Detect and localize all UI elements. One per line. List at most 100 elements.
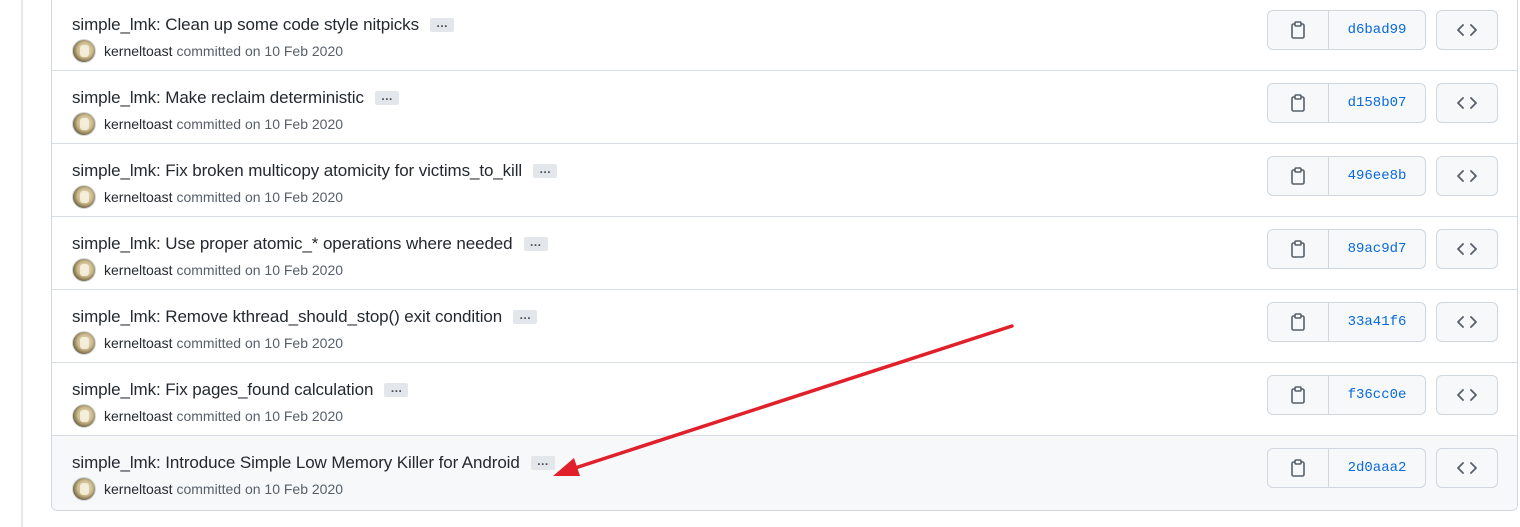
sha-button-group: 89ac9d7 bbox=[1267, 229, 1426, 269]
avatar[interactable] bbox=[72, 258, 96, 282]
commit-sha-link[interactable]: d6bad99 bbox=[1329, 10, 1426, 50]
commit-row: simple_lmk: Fix broken multicopy atomici… bbox=[52, 144, 1517, 217]
copy-sha-button[interactable] bbox=[1267, 448, 1329, 488]
clipboard-icon bbox=[1291, 21, 1305, 39]
browse-repository-button[interactable] bbox=[1436, 302, 1498, 342]
commit-message-link[interactable]: simple_lmk: Fix pages_found calculation bbox=[72, 380, 373, 400]
avatar[interactable] bbox=[72, 185, 96, 209]
commit-title: simple_lmk: Remove kthread_should_stop()… bbox=[72, 307, 538, 327]
commit-actions: d158b07 bbox=[1267, 83, 1498, 123]
commit-row: simple_lmk: Use proper atomic_* operatio… bbox=[52, 217, 1517, 290]
author-link[interactable]: kerneltoast bbox=[104, 43, 172, 59]
commit-sha-link[interactable]: d158b07 bbox=[1329, 83, 1426, 123]
commit-sha-link[interactable]: 2d0aaa2 bbox=[1329, 448, 1426, 488]
copy-sha-button[interactable] bbox=[1267, 229, 1329, 269]
commit-message-link[interactable]: simple_lmk: Fix broken multicopy atomici… bbox=[72, 161, 522, 181]
expand-description-button[interactable]: … bbox=[384, 382, 409, 397]
commit-meta: kerneltoast committed on 10 Feb 2020 bbox=[72, 331, 343, 355]
commit-message-link[interactable]: simple_lmk: Use proper atomic_* operatio… bbox=[72, 234, 513, 254]
commit-title: simple_lmk: Use proper atomic_* operatio… bbox=[72, 234, 548, 254]
commit-meta: kerneltoast committed on 10 Feb 2020 bbox=[72, 404, 343, 428]
expand-description-button[interactable]: … bbox=[374, 90, 399, 105]
sha-button-group: 2d0aaa2 bbox=[1267, 448, 1426, 488]
commit-sha-link[interactable]: 496ee8b bbox=[1329, 156, 1426, 196]
commit-date: committed on 10 Feb 2020 bbox=[176, 335, 344, 351]
commit-title: simple_lmk: Fix broken multicopy atomici… bbox=[72, 161, 558, 181]
avatar[interactable] bbox=[72, 39, 96, 63]
code-brackets-icon bbox=[1457, 462, 1477, 474]
expand-description-button[interactable]: … bbox=[513, 309, 538, 324]
expand-description-button[interactable]: … bbox=[523, 236, 548, 251]
browse-repository-button[interactable] bbox=[1436, 156, 1498, 196]
clipboard-icon bbox=[1291, 313, 1305, 331]
clipboard-icon bbox=[1291, 386, 1305, 404]
commit-title: simple_lmk: Make reclaim deterministic … bbox=[72, 88, 399, 108]
avatar[interactable] bbox=[72, 477, 96, 501]
sha-button-group: d6bad99 bbox=[1267, 10, 1426, 50]
commit-date: committed on 10 Feb 2020 bbox=[176, 116, 344, 132]
commit-actions: 496ee8b bbox=[1267, 156, 1498, 196]
author-link[interactable]: kerneltoast bbox=[104, 408, 172, 424]
copy-sha-button[interactable] bbox=[1267, 83, 1329, 123]
commit-row: simple_lmk: Introduce Simple Low Memory … bbox=[52, 436, 1517, 510]
commit-row: simple_lmk: Make reclaim deterministic …… bbox=[52, 71, 1517, 144]
sha-button-group: 496ee8b bbox=[1267, 156, 1426, 196]
copy-sha-button[interactable] bbox=[1267, 375, 1329, 415]
avatar[interactable] bbox=[72, 404, 96, 428]
commit-sha-link[interactable]: 33a41f6 bbox=[1329, 302, 1426, 342]
commit-date: committed on 10 Feb 2020 bbox=[176, 43, 344, 59]
browse-repository-button[interactable] bbox=[1436, 229, 1498, 269]
code-brackets-icon bbox=[1457, 316, 1477, 328]
expand-description-button[interactable]: … bbox=[533, 163, 558, 178]
commit-actions: d6bad99 bbox=[1267, 10, 1498, 50]
copy-sha-button[interactable] bbox=[1267, 156, 1329, 196]
commit-meta: kerneltoast committed on 10 Feb 2020 bbox=[72, 112, 343, 136]
author-link[interactable]: kerneltoast bbox=[104, 335, 172, 351]
commit-actions: 2d0aaa2 bbox=[1267, 448, 1498, 488]
commit-sha-link[interactable]: 89ac9d7 bbox=[1329, 229, 1426, 269]
commit-title: simple_lmk: Fix pages_found calculation … bbox=[72, 380, 409, 400]
commit-meta: kerneltoast committed on 10 Feb 2020 bbox=[72, 258, 343, 282]
avatar[interactable] bbox=[72, 112, 96, 136]
sha-button-group: d158b07 bbox=[1267, 83, 1426, 123]
code-brackets-icon bbox=[1457, 170, 1477, 182]
code-brackets-icon bbox=[1457, 24, 1477, 36]
commit-message-link[interactable]: simple_lmk: Remove kthread_should_stop()… bbox=[72, 307, 502, 327]
commit-list: simple_lmk: Clean up some code style nit… bbox=[51, 0, 1518, 511]
copy-sha-button[interactable] bbox=[1267, 302, 1329, 342]
code-brackets-icon bbox=[1457, 243, 1477, 255]
commit-meta: kerneltoast committed on 10 Feb 2020 bbox=[72, 39, 343, 63]
commit-row: simple_lmk: Clean up some code style nit… bbox=[52, 0, 1517, 71]
commit-title: simple_lmk: Clean up some code style nit… bbox=[72, 15, 454, 35]
browse-repository-button[interactable] bbox=[1436, 83, 1498, 123]
browse-repository-button[interactable] bbox=[1436, 375, 1498, 415]
commit-message-link[interactable]: simple_lmk: Introduce Simple Low Memory … bbox=[72, 453, 520, 473]
author-link[interactable]: kerneltoast bbox=[104, 116, 172, 132]
browse-repository-button[interactable] bbox=[1436, 448, 1498, 488]
sha-button-group: 33a41f6 bbox=[1267, 302, 1426, 342]
commit-sha-link[interactable]: f36cc0e bbox=[1329, 375, 1426, 415]
commit-message-link[interactable]: simple_lmk: Make reclaim deterministic bbox=[72, 88, 364, 108]
timeline-line bbox=[21, 0, 23, 527]
commit-actions: 89ac9d7 bbox=[1267, 229, 1498, 269]
commit-date: committed on 10 Feb 2020 bbox=[176, 262, 344, 278]
browse-repository-button[interactable] bbox=[1436, 10, 1498, 50]
author-link[interactable]: kerneltoast bbox=[104, 189, 172, 205]
author-link[interactable]: kerneltoast bbox=[104, 262, 172, 278]
copy-sha-button[interactable] bbox=[1267, 10, 1329, 50]
sha-button-group: f36cc0e bbox=[1267, 375, 1426, 415]
clipboard-icon bbox=[1291, 94, 1305, 112]
expand-description-button[interactable]: … bbox=[429, 17, 454, 32]
commit-row: simple_lmk: Remove kthread_should_stop()… bbox=[52, 290, 1517, 363]
commit-actions: 33a41f6 bbox=[1267, 302, 1498, 342]
expand-description-button[interactable]: … bbox=[530, 455, 555, 470]
author-link[interactable]: kerneltoast bbox=[104, 481, 172, 497]
commit-title: simple_lmk: Introduce Simple Low Memory … bbox=[72, 453, 555, 473]
commit-row: simple_lmk: Fix pages_found calculation … bbox=[52, 363, 1517, 436]
code-brackets-icon bbox=[1457, 389, 1477, 401]
commit-message-link[interactable]: simple_lmk: Clean up some code style nit… bbox=[72, 15, 419, 35]
avatar[interactable] bbox=[72, 331, 96, 355]
clipboard-icon bbox=[1291, 240, 1305, 258]
code-brackets-icon bbox=[1457, 97, 1477, 109]
clipboard-icon bbox=[1291, 167, 1305, 185]
